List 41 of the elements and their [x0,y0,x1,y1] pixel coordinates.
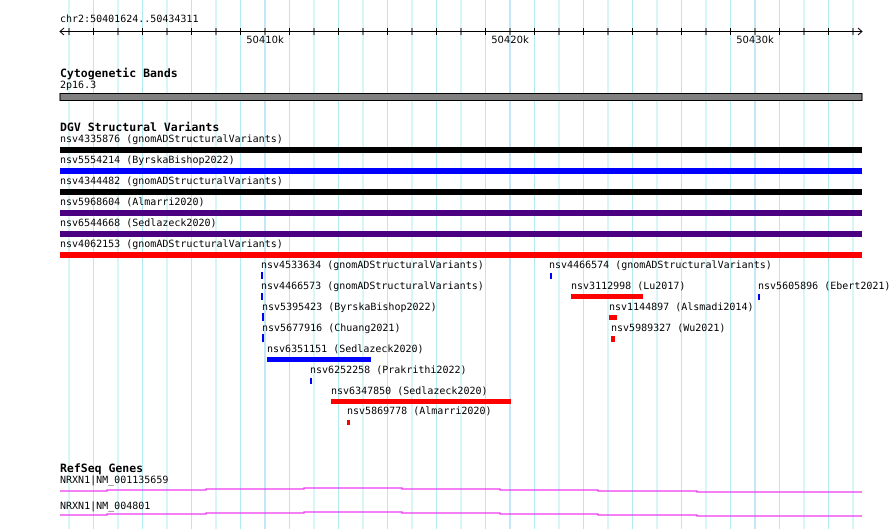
track-title: Cytogenetic Bands [60,67,178,80]
track-title: RefSeq Genes [60,462,144,475]
variant-bar[interactable] [331,399,511,404]
variant-label: nsv6544668 (Sedlazeck2020) [60,218,217,230]
variant-bar[interactable] [611,336,615,342]
band-label: 2p16.3 [60,80,96,92]
variant-bar[interactable] [60,147,862,153]
variant-label: nsv5395423 (ByrskaBishop2022) [262,302,437,314]
variant-label: nsv4344482 (gnomADStructuralVariants) [60,176,283,188]
variant-bar[interactable] [267,357,371,362]
location-label: chr2:50401624..50434311 [60,14,198,26]
variant-label: nsv6252258 (Prakrithi2022) [310,365,467,377]
variant-label: nsv4335876 (gnomADStructuralVariants) [60,134,283,146]
variant-bar[interactable] [60,189,862,195]
variant-label: nsv4466574 (gnomADStructuralVariants) [549,260,772,272]
variant-label: nsv6351151 (Sedlazeck2020) [267,344,424,356]
variant-label: nsv5968604 (Almarri2020) [60,197,204,209]
variant-label: nsv5869778 (Almarri2020) [347,406,492,418]
variant-label: nsv5554214 (ByrskaBishop2022) [60,155,235,167]
variant-bar[interactable] [60,168,862,174]
transcript-label: NRXN1|NM_004801 [60,501,150,513]
track-title: DGV Structural Variants [60,121,220,134]
ruler-label: 50430k [736,35,774,47]
ruler-label: 50420k [491,35,529,47]
variant-label: nsv4062153 (gnomADStructuralVariants) [60,239,283,251]
variant-label: nsv5677916 (Chuang2021) [262,323,400,335]
variant-bar[interactable] [60,210,862,216]
variant-bar[interactable] [60,231,862,237]
variant-label: nsv6347850 (Sedlazeck2020) [331,386,488,398]
variant-bar[interactable] [347,420,350,425]
transcript-label: NRXN1|NM_001135659 [60,475,168,487]
variant-label: nsv5989327 (Wu2021) [611,323,726,335]
ruler-label: 50410k [246,35,284,47]
variant-bar[interactable] [571,294,643,299]
variant-label: nsv1144897 (Alsmadi2014) [609,302,754,314]
variant-label: nsv3112998 (Lu2017) [571,281,686,293]
variant-label: nsv4533634 (gnomADStructuralVariants) [261,260,484,272]
variant-label: nsv5605896 (Ebert2021) [758,281,890,293]
variant-bar[interactable] [609,315,617,320]
variant-label: nsv4466573 (gnomADStructuralVariants) [261,281,484,293]
variant-bar[interactable] [60,252,862,258]
